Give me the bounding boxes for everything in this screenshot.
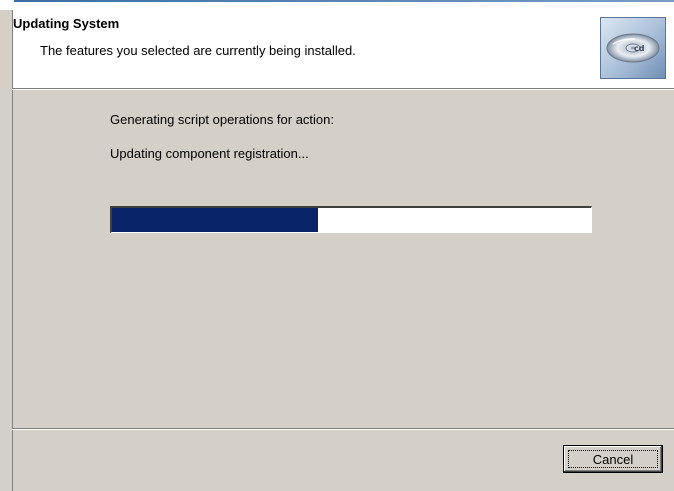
- header-divider-highlight: [12, 89, 674, 90]
- action-detail: Updating component registration...: [110, 146, 309, 161]
- page-title: Updating System: [13, 16, 120, 31]
- cancel-button-label: Cancel: [592, 451, 634, 467]
- footer-divider-highlight: [12, 429, 674, 430]
- progress-bar-fill: [112, 208, 318, 232]
- cancel-button[interactable]: Cancel: [563, 445, 663, 473]
- installer-disc-icon: cd: [600, 17, 666, 79]
- window-top-edge: [0, 0, 674, 10]
- title-bar-edge: [14, 0, 674, 2]
- progress-bar: [110, 206, 592, 233]
- svg-text:cd: cd: [634, 44, 645, 53]
- page-subtitle: The features you selected are currently …: [40, 43, 356, 58]
- action-label: Generating script operations for action:: [110, 112, 335, 127]
- installer-dialog: Updating System The features you selecte…: [0, 0, 674, 491]
- dialog-left-border: [12, 10, 13, 491]
